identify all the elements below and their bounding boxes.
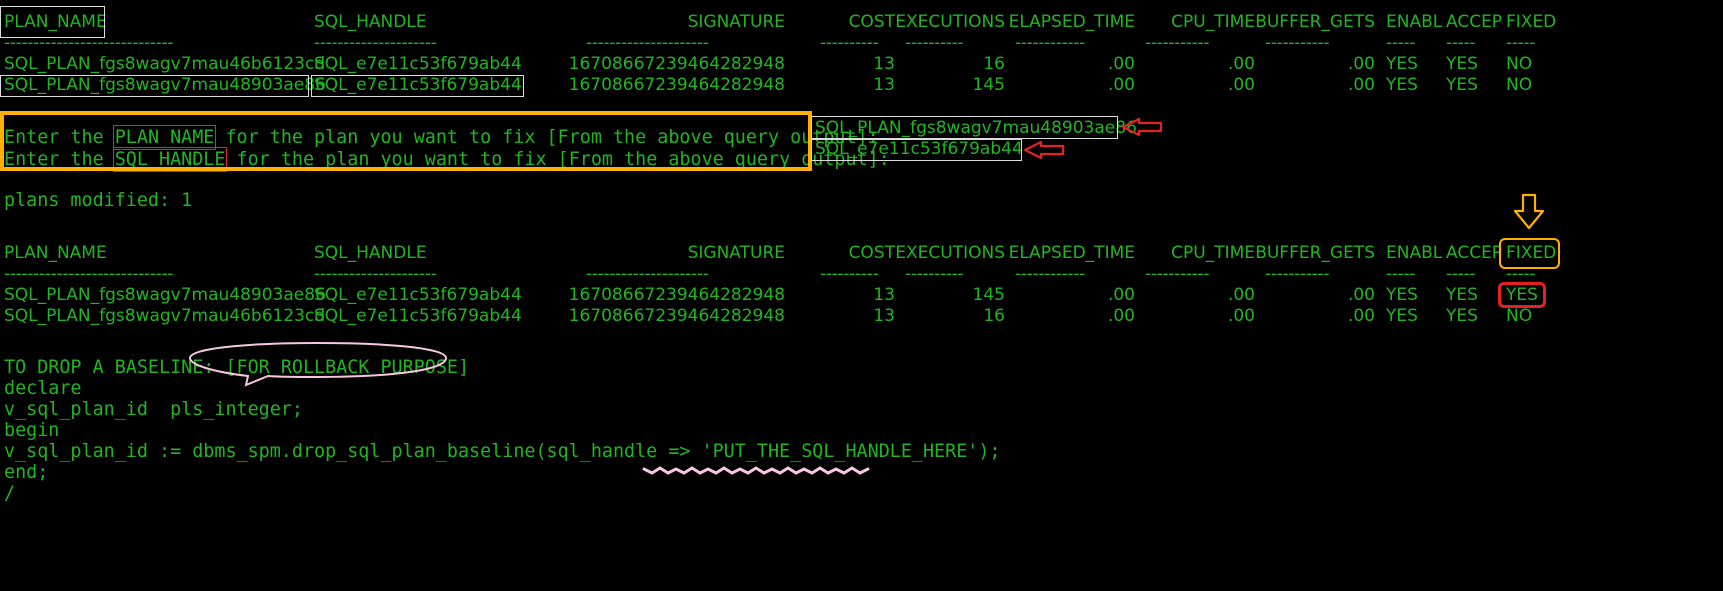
cell-elapsed-time: .00 xyxy=(1107,306,1135,326)
cell-buffer-gets: .00 xyxy=(1347,75,1375,95)
plans-modified-status: plans modified: 1 xyxy=(4,190,193,211)
table2-separator: ----------------------------- ----------… xyxy=(4,264,1536,284)
sql-handle-input[interactable]: SQL_e7e11c53f679ab44 xyxy=(815,138,1023,160)
cell-sql-handle: SQL_e7e11c53f679ab44 xyxy=(314,306,522,326)
table1-header-row: PLAN_NAME SQL_HANDLE SIGNATURE COST EXEC… xyxy=(0,11,1723,33)
red-arrow-left-icon xyxy=(1023,140,1065,160)
cell-sql-handle: SQL_e7e11c53f679ab44 xyxy=(314,285,522,305)
table2-header-row: PLAN_NAME SQL_HANDLE SIGNATURE COST EXEC… xyxy=(0,242,1723,264)
code-line: v_sql_plan_id := dbms_spm.drop_sql_plan_… xyxy=(4,441,1001,462)
table1-separator: ----------------------------- ----------… xyxy=(4,33,1536,53)
terminal-window: PLAN_NAME SQL_HANDLE SIGNATURE COST EXEC… xyxy=(0,0,1723,563)
cell-fixed: NO xyxy=(1506,75,1533,95)
table-row: SQL_PLAN_fgs8wagv7mau48903ae86 SQL_e7e11… xyxy=(0,284,1723,306)
table-row: SQL_PLAN_fgs8wagv7mau46b6123cd SQL_e7e11… xyxy=(0,53,1723,75)
code-line: declare xyxy=(4,378,82,399)
cell-buffer-gets: .00 xyxy=(1347,285,1375,305)
plan-name-keyword: PLAN_NAME xyxy=(112,125,217,150)
cell-plan-name: SQL_PLAN_fgs8wagv7mau46b6123cd xyxy=(4,306,326,326)
plan-name-prompt-line: Enter the PLAN_NAME for the plan you wan… xyxy=(4,125,879,150)
code-line: / xyxy=(4,483,16,504)
code-line: end; xyxy=(4,462,49,483)
cell-signature: 16708667239464282948 xyxy=(568,285,785,305)
cell-accepted: YES xyxy=(1446,75,1478,95)
col-cost-header: COST xyxy=(848,243,895,263)
cell-fixed: NO xyxy=(1506,54,1533,74)
cell-cpu-time: .00 xyxy=(1227,75,1255,95)
cell-sql-handle: SQL_e7e11c53f679ab44 xyxy=(314,54,522,74)
sql-handle-keyword: SQL_HANDLE xyxy=(112,147,228,172)
code-line: v_sql_plan_id pls_integer; xyxy=(4,399,303,420)
rollback-note: [FOR ROLLBACK PURPOSE] xyxy=(225,357,470,378)
cell-executions: 145 xyxy=(972,75,1005,95)
col-plan-name-header: PLAN_NAME xyxy=(4,12,107,32)
cell-elapsed-time: .00 xyxy=(1107,75,1135,95)
drop-baseline-heading-line: TO DROP A BASELINE: [FOR ROLLBACK PURPOS… xyxy=(4,357,469,379)
cell-enabled: YES xyxy=(1386,54,1418,74)
col-accepted-header: ACCEP xyxy=(1446,12,1503,32)
col-elapsed-time-header: ELAPSED_TIME xyxy=(1008,12,1135,32)
cell-cpu-time: .00 xyxy=(1227,306,1255,326)
cell-accepted: YES xyxy=(1446,54,1478,74)
cell-cpu-time: .00 xyxy=(1227,285,1255,305)
col-cost-header: COST xyxy=(848,12,895,32)
col-executions-header: EXECUTIONS xyxy=(895,12,1005,32)
cell-cost: 13 xyxy=(873,306,895,326)
cell-accepted: YES xyxy=(1446,285,1478,305)
cell-enabled: YES xyxy=(1386,306,1418,326)
cell-accepted: YES xyxy=(1446,306,1478,326)
sql-handle-prompt-line: Enter the SQL_HANDLE for the plan you wa… xyxy=(4,147,890,172)
cell-enabled: YES xyxy=(1386,285,1418,305)
cell-signature: 16708667239464282948 xyxy=(568,306,785,326)
cell-plan-name: SQL_PLAN_fgs8wagv7mau48903ae86 xyxy=(4,75,326,95)
table-row: SQL_PLAN_fgs8wagv7mau48903ae86 SQL_e7e11… xyxy=(0,74,1723,96)
orange-arrow-down-icon xyxy=(1513,193,1545,230)
col-buffer-gets-header: BUFFER_GETS xyxy=(1255,243,1375,263)
col-executions-header: EXECUTIONS xyxy=(895,243,1005,263)
col-plan-name-header: PLAN_NAME xyxy=(4,243,107,263)
col-enabled-header: ENABL xyxy=(1386,12,1443,32)
pink-scribble xyxy=(642,466,870,475)
cell-cost: 13 xyxy=(873,75,895,95)
cell-signature: 16708667239464282948 xyxy=(568,75,785,95)
cell-executions: 16 xyxy=(983,306,1005,326)
col-elapsed-time-header: ELAPSED_TIME xyxy=(1008,243,1135,263)
col-fixed-header: FIXED xyxy=(1506,243,1557,263)
cell-cost: 13 xyxy=(873,54,895,74)
table-row: SQL_PLAN_fgs8wagv7mau46b6123cd SQL_e7e11… xyxy=(0,305,1723,327)
cell-buffer-gets: .00 xyxy=(1347,54,1375,74)
col-fixed-header: FIXED xyxy=(1506,12,1557,32)
cell-cost: 13 xyxy=(873,285,895,305)
plan-name-input[interactable]: SQL_PLAN_fgs8wagv7mau48903ae86 xyxy=(815,117,1137,139)
cell-executions: 145 xyxy=(972,285,1005,305)
cell-buffer-gets: .00 xyxy=(1347,306,1375,326)
drop-baseline-heading: TO DROP A BASELINE: xyxy=(4,357,215,378)
col-cpu-time-header: CPU_TIME xyxy=(1171,243,1255,263)
cell-plan-name: SQL_PLAN_fgs8wagv7mau48903ae86 xyxy=(4,285,326,305)
cell-signature: 16708667239464282948 xyxy=(568,54,785,74)
col-signature-header: SIGNATURE xyxy=(687,12,785,32)
cell-elapsed-time: .00 xyxy=(1107,285,1135,305)
col-cpu-time-header: CPU_TIME xyxy=(1171,12,1255,32)
col-signature-header: SIGNATURE xyxy=(687,243,785,263)
col-accepted-header: ACCEP xyxy=(1446,243,1503,263)
cell-sql-handle: SQL_e7e11c53f679ab44 xyxy=(314,75,522,95)
cell-cpu-time: .00 xyxy=(1227,54,1255,74)
col-buffer-gets-header: BUFFER_GETS xyxy=(1255,12,1375,32)
col-sql-handle-header: SQL_HANDLE xyxy=(314,243,427,263)
cell-enabled: YES xyxy=(1386,75,1418,95)
col-sql-handle-header: SQL_HANDLE xyxy=(314,12,427,32)
code-line: begin xyxy=(4,420,60,441)
col-enabled-header: ENABL xyxy=(1386,243,1443,263)
cell-elapsed-time: .00 xyxy=(1107,54,1135,74)
cell-executions: 16 xyxy=(983,54,1005,74)
cell-fixed: NO xyxy=(1506,306,1533,326)
cell-plan-name: SQL_PLAN_fgs8wagv7mau46b6123cd xyxy=(4,54,326,74)
cell-fixed: YES xyxy=(1506,285,1538,305)
